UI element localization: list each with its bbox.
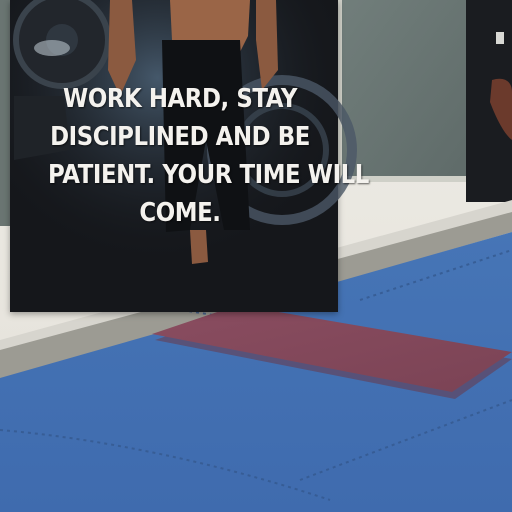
right-poster [466, 0, 512, 202]
caption-line: DISCIPLINED AND BE [50, 122, 310, 152]
caption-line: WORK HARD, STAY [63, 84, 297, 114]
gym-scene: WORK HARD, STAY DISCIPLINED AND BE PATIE… [0, 0, 512, 512]
caption-line: PATIENT. YOUR TIME WILL [48, 160, 369, 190]
left-board-edge [0, 0, 10, 226]
poster-caption: WORK HARD, STAY DISCIPLINED AND BE PATIE… [48, 80, 369, 232]
caption-line: COME. [139, 198, 221, 228]
notice-board [338, 0, 472, 182]
